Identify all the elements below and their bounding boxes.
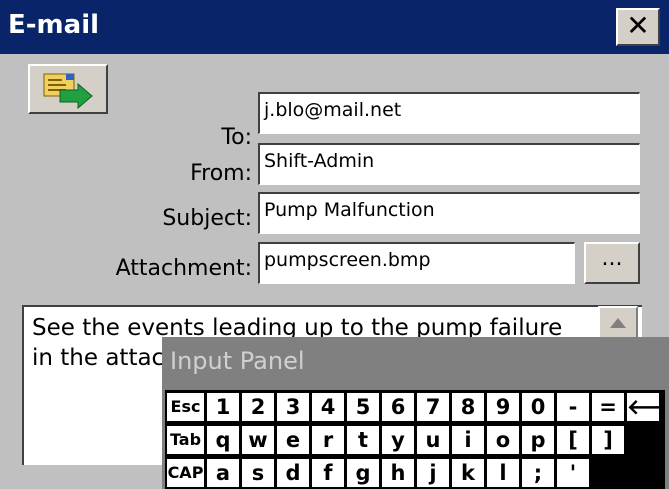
title-bar: E-mail ✕ [0,0,669,54]
subject-label: Subject: [162,206,252,231]
close-button[interactable]: ✕ [616,8,660,46]
key-59[interactable]: ; [522,459,554,487]
key-y[interactable]: y [382,426,414,454]
send-button[interactable] [28,64,108,114]
key-w[interactable]: w [242,426,274,454]
from-field[interactable]: Shift-Admin [258,143,640,185]
email-window: E-mail ✕ To: j.blo@mail.net From: Shift-… [0,0,669,489]
window-title: E-mail [8,10,100,40]
key-a[interactable]: a [207,459,239,487]
key-e[interactable]: e [277,426,309,454]
key-esc[interactable]: Esc [167,393,204,421]
attachment-label: Attachment: [115,256,252,281]
send-email-icon [43,73,93,110]
backspace-key[interactable]: 🡐 [627,393,659,421]
key-39[interactable]: ' [557,459,589,487]
key-j[interactable]: j [417,459,449,487]
key-2[interactable]: 2 [242,393,274,421]
subject-field[interactable]: Pump Malfunction [258,192,640,234]
to-label: To: [221,125,252,150]
key-h[interactable]: h [382,459,414,487]
arrow-up-icon [610,318,626,328]
key-s[interactable]: s [242,459,274,487]
key-l[interactable]: l [487,459,519,487]
key-93[interactable]: ] [592,426,624,454]
key-91[interactable]: [ [557,426,589,454]
input-panel-title: Input Panel [170,347,305,375]
key-g[interactable]: g [347,459,379,487]
key-o[interactable]: o [487,426,519,454]
key-5[interactable]: 5 [347,393,379,421]
from-label: From: [190,161,252,186]
key-k[interactable]: k [452,459,484,487]
browse-button[interactable]: ... [584,242,640,284]
key-p[interactable]: p [522,426,554,454]
key-3[interactable]: 3 [277,393,309,421]
key-6[interactable]: 6 [382,393,414,421]
attachment-field[interactable]: pumpscreen.bmp [258,242,575,284]
key-45[interactable]: - [557,393,589,421]
key-u[interactable]: u [417,426,449,454]
key-r[interactable]: r [312,426,344,454]
key-d[interactable]: d [277,459,309,487]
to-field[interactable]: j.blo@mail.net [258,92,640,134]
key-tab[interactable]: Tab [167,426,204,454]
key-8[interactable]: 8 [452,393,484,421]
key-q[interactable]: q [207,426,239,454]
key-4[interactable]: 4 [312,393,344,421]
key-61[interactable]: = [592,393,624,421]
key-1[interactable]: 1 [207,393,239,421]
key-cap[interactable]: CAP [167,459,204,487]
keyboard: Esc 1 2 3 4 5 6 7 8 9 0- = 🡐 Tab q w e r t y u i o p[] CAP a s d f g h… [165,390,665,489]
key-f[interactable]: f [312,459,344,487]
input-panel: Input Panel Esc 1 2 3 4 5 6 7 8 9 0- = 🡐 Tab q w e r t y u i o… [162,337,669,489]
key-i[interactable]: i [452,426,484,454]
key-t[interactable]: t [347,426,379,454]
key-9[interactable]: 9 [487,393,519,421]
key-7[interactable]: 7 [417,393,449,421]
key-0[interactable]: 0 [522,393,554,421]
